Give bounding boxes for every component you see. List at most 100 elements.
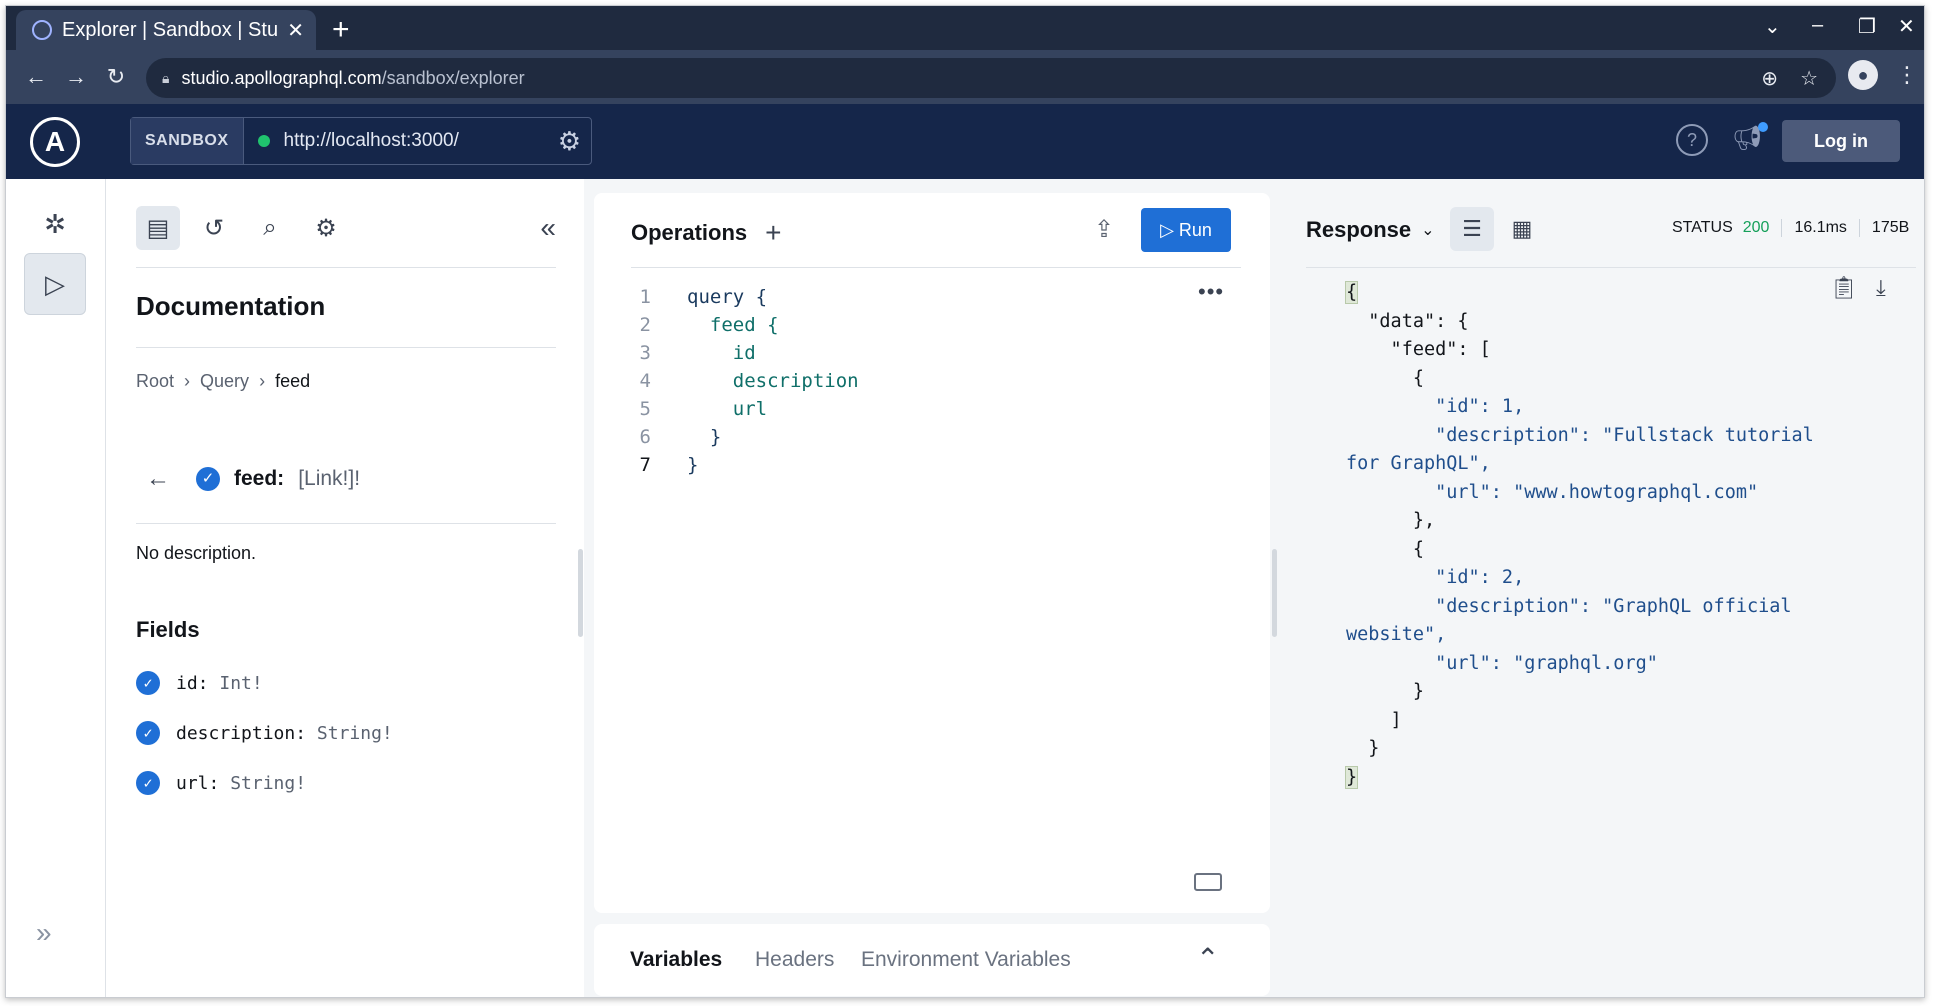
minimize-icon[interactable]: –: [1812, 14, 1823, 37]
field-type[interactable]: [Link!]!: [298, 467, 360, 491]
docs-resize-handle[interactable]: [578, 549, 583, 637]
new-tab-button[interactable]: +: [332, 12, 350, 48]
code-text: id: [687, 342, 756, 364]
field-check-icon[interactable]: ✓: [136, 671, 160, 695]
more-options-icon[interactable]: •••: [1198, 279, 1224, 305]
field-name: feed:: [234, 467, 285, 490]
bookmark-star-icon[interactable]: ☆: [1800, 66, 1818, 91]
line-number: 2: [639, 314, 651, 336]
operations-header: Operations +: [631, 217, 782, 249]
json-view-icon[interactable]: ☰: [1450, 207, 1494, 251]
expand-rail-icon[interactable]: »: [36, 917, 52, 949]
line-number: 6: [639, 426, 651, 448]
endpoint-selector[interactable]: SANDBOX http://localhost:3000/ ⚙: [130, 117, 592, 165]
response-resize-handle[interactable]: [1272, 549, 1277, 637]
explorer-play-icon[interactable]: ▷: [24, 253, 86, 315]
code-line: 1 query {: [631, 283, 1241, 311]
window-close-icon[interactable]: ✕: [1898, 14, 1915, 39]
json-text: }: [1344, 765, 1359, 789]
json-line: }: [1346, 738, 1380, 759]
notification-dot: [1758, 122, 1768, 132]
browser-window: Explorer | Sandbox | Stu ✕ + ⌄ – ❐ ✕ ← →…: [5, 5, 1925, 998]
field-row-url[interactable]: ✓ url: String!: [136, 771, 306, 795]
zoom-icon[interactable]: ⊕: [1761, 66, 1778, 91]
json-line: },: [1346, 510, 1436, 531]
url-path: /sandbox/explorer: [381, 67, 525, 88]
tab-search-icon[interactable]: ⌄: [1764, 14, 1781, 39]
tab-close-icon[interactable]: ✕: [287, 18, 304, 43]
code-text: }: [687, 454, 699, 476]
collapse-docs-icon[interactable]: «: [540, 212, 556, 244]
response-title: Response: [1306, 217, 1412, 242]
profile-avatar-icon[interactable]: ●: [1848, 60, 1878, 90]
endpoint-url[interactable]: http://localhost:3000/: [284, 130, 558, 152]
field-check-icon[interactable]: ✓: [136, 771, 160, 795]
breadcrumb-root[interactable]: Root: [136, 371, 174, 392]
search-icon[interactable]: ⌕: [248, 206, 292, 250]
schema-graph-icon[interactable]: ✲: [24, 193, 86, 255]
response-dropdown[interactable]: Response ⌄: [1306, 217, 1435, 243]
code-line: 6 }: [631, 423, 1241, 451]
endpoint-settings-gear-icon[interactable]: ⚙: [558, 126, 581, 157]
forward-icon[interactable]: →: [56, 64, 96, 90]
field-row-id[interactable]: ✓ id: Int!: [136, 671, 263, 695]
code-text: query {: [687, 286, 768, 308]
add-operation-icon[interactable]: +: [765, 217, 781, 249]
code-editor[interactable]: 1 query { 2 feed { 3 id 4 description 5 u…: [631, 283, 1241, 479]
field-description: No description.: [136, 543, 257, 563]
operations-title: Operations: [631, 220, 748, 245]
sandbox-label: SANDBOX: [131, 118, 244, 164]
login-button[interactable]: Log in: [1782, 120, 1900, 162]
address-bar[interactable]: 🔒︎ studio.apollographql.com /sandbox/exp…: [146, 58, 1836, 98]
divider: [631, 267, 1241, 268]
field-row-type: String!: [230, 772, 307, 794]
tab-environment-variables[interactable]: Environment Variables: [861, 948, 1071, 972]
apollo-logo-icon[interactable]: A: [30, 117, 80, 167]
code-line: 5 url: [631, 395, 1241, 423]
browser-toolbar: ← → ↻ 🔒︎ studio.apollographql.com /sandb…: [6, 50, 1924, 104]
run-button[interactable]: ▷ Run: [1141, 208, 1231, 252]
restore-icon[interactable]: ❐: [1858, 14, 1876, 39]
tab-strip: Explorer | Sandbox | Stu ✕ + ⌄ – ❐ ✕: [6, 6, 1924, 50]
lock-icon: 🔒︎: [162, 69, 170, 86]
field-row-name: id:: [176, 672, 209, 694]
code-line: 3 id: [631, 339, 1241, 367]
field-selected-check-icon[interactable]: ✓: [196, 467, 220, 491]
response-panel: Response ⌄ ☰ ▦ STATUS 200 16.1ms 175B 📋︎ …: [1280, 193, 1920, 996]
breadcrumb-query[interactable]: Query: [200, 371, 249, 392]
history-icon[interactable]: ↺: [192, 206, 236, 250]
tab-headers[interactable]: Headers: [755, 948, 834, 972]
variables-panel: Variables Headers Environment Variables …: [594, 924, 1270, 996]
json-line: "data": {: [1346, 310, 1469, 332]
json-line: }: [1346, 681, 1424, 702]
divider: [136, 267, 556, 268]
table-view-icon[interactable]: ▦: [1500, 207, 1544, 251]
share-icon[interactable]: ⇪: [1094, 215, 1114, 244]
code-line: 4 description: [631, 367, 1241, 395]
browser-tab[interactable]: Explorer | Sandbox | Stu ✕: [16, 10, 316, 50]
code-line: 7}: [631, 451, 1241, 479]
expand-variables-icon[interactable]: ⌃: [1196, 942, 1219, 975]
browser-menu-icon[interactable]: ⋮: [1896, 62, 1918, 88]
field-row-description[interactable]: ✓ description: String!: [136, 721, 393, 745]
json-line: {: [1346, 538, 1424, 560]
docs-title: Documentation: [136, 291, 326, 321]
field-check-icon[interactable]: ✓: [136, 721, 160, 745]
current-field-header: ← ✓ feed: [Link!]!: [146, 465, 360, 493]
help-icon[interactable]: ?: [1676, 124, 1708, 156]
line-number: 7: [639, 454, 651, 476]
json-line: ]: [1346, 709, 1402, 731]
reload-icon[interactable]: ↻: [96, 64, 136, 90]
back-icon[interactable]: ←: [16, 64, 56, 90]
line-number: 3: [639, 342, 651, 364]
divider: [136, 523, 556, 524]
back-arrow-icon[interactable]: ←: [146, 465, 170, 493]
documentation-icon[interactable]: ▤: [136, 206, 180, 250]
field-row-type: Int!: [219, 672, 263, 694]
json-viewer[interactable]: { "data": { "feed": [ { "id": 1, "descri…: [1344, 279, 1886, 792]
keyboard-shortcuts-icon[interactable]: [1194, 873, 1222, 891]
settings-gear-icon[interactable]: ⚙: [304, 206, 348, 250]
field-row-name: description:: [176, 722, 307, 744]
tab-title: Explorer | Sandbox | Stu: [62, 18, 279, 41]
tab-variables[interactable]: Variables: [630, 948, 722, 972]
